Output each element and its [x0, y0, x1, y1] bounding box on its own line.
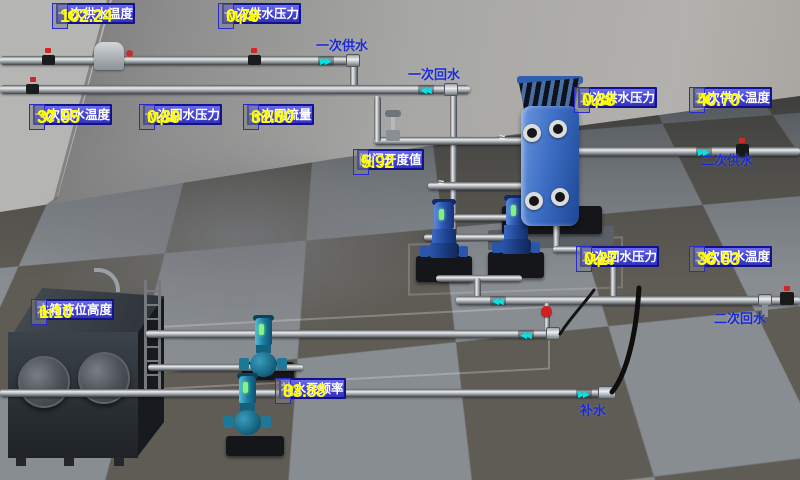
valve-handle-icon	[45, 48, 51, 53]
control-valve-actuator-icon	[385, 110, 401, 117]
flow-arrow-left-icon: ◀◀	[490, 296, 506, 306]
pipe-label-secondary-supply: 二次供水	[701, 150, 753, 169]
pressure-gauge-icon	[126, 50, 133, 57]
hx-port-icon	[525, 192, 543, 210]
gauge-value-box: 40.70 ℃	[689, 87, 705, 113]
valve-handle-icon	[30, 77, 36, 82]
gauge-value-box: 0.27 Mpa	[576, 246, 592, 272]
gauge-unit: Mpa	[584, 251, 614, 268]
pipe-tank-return	[146, 330, 558, 338]
gauge-value-box: 37.95 ℃	[29, 104, 45, 130]
gauge-unit: ℃	[697, 250, 715, 268]
gauge-unit: Mpa	[582, 92, 612, 109]
gauge-unit: Hz	[283, 383, 301, 400]
pipe-label-primary-supply: 一次供水	[316, 35, 368, 54]
sensor-cable	[556, 288, 606, 338]
manual-valve-icon	[26, 84, 39, 94]
control-valve-icon	[386, 130, 400, 141]
valve-handle-icon	[784, 286, 790, 291]
flow-arrow-left-icon: ◀◀	[518, 330, 534, 340]
valve-handle-icon	[739, 138, 745, 143]
gauge-value-box[interactable]: 33.88 Hz	[275, 378, 291, 404]
gauge-unit: ℃	[60, 7, 78, 25]
gauge-unit: m³	[39, 304, 57, 321]
pipe-label-primary-return: 一次回水	[408, 64, 460, 83]
circulation-pump-1	[420, 202, 468, 264]
hx-port-icon	[549, 120, 567, 138]
pump-run-indicator	[243, 382, 248, 393]
flow-arrow-right-icon: ▶▶	[576, 389, 592, 399]
gauge-value-box: 0.38 Mpa	[574, 87, 590, 113]
manual-valve-icon	[780, 292, 794, 305]
gauge-value-box: 0.70 Mpa	[218, 3, 234, 29]
gauge-unit: ℃	[37, 108, 55, 126]
tank-manhole-icon	[18, 356, 70, 408]
tank-overflow-pipe	[94, 268, 120, 292]
gauge-unit: Mpa	[147, 109, 177, 126]
gauge-unit: %	[361, 154, 374, 171]
manual-valve-icon	[248, 55, 261, 65]
pump-run-indicator	[439, 209, 444, 220]
strainer-filter-icon	[94, 42, 124, 70]
flow-arrow-left-icon: ◀◀	[418, 85, 434, 95]
gauge-unit: ℃	[697, 91, 715, 109]
hmi-heating-station-screen: ≈ ≈ ▶▶ ◀◀ ▶▶ ◀◀ ◀◀ ▶▶	[0, 0, 800, 480]
valve-handle-icon	[251, 48, 257, 53]
gauge-value-box: 0.39 Mpa	[139, 104, 155, 130]
flow-arrow-right-icon: ▶▶	[318, 56, 334, 66]
pipe-primary-return	[0, 85, 470, 94]
gauge-value-box: 36.63 ℃	[689, 246, 705, 272]
gauge-value-box: 31.80 m³/h	[243, 104, 259, 130]
gauge-value-box[interactable]: 5.92 %	[353, 149, 369, 175]
pipe-label-makeup: 补水	[580, 400, 606, 419]
red-valve-handwheel-icon	[541, 306, 552, 317]
gauge-unit: Mpa	[226, 8, 256, 25]
gauge-unit: m³/h	[251, 109, 283, 126]
gauge-value-box: 1.10 m³	[31, 299, 47, 325]
hx-port-icon	[551, 188, 569, 206]
makeup-pump-2	[224, 376, 270, 440]
gauge-value-box: 102.24 ℃	[52, 3, 68, 29]
pipe-label-secondary-return: 二次回水	[714, 308, 766, 327]
manual-valve-icon	[42, 55, 55, 65]
hx-port-icon	[523, 124, 541, 142]
pump-run-indicator	[259, 324, 264, 335]
tank-ladder	[144, 280, 147, 396]
pump-motor-icon	[434, 202, 454, 229]
pipe-secondary-supply	[556, 147, 800, 156]
